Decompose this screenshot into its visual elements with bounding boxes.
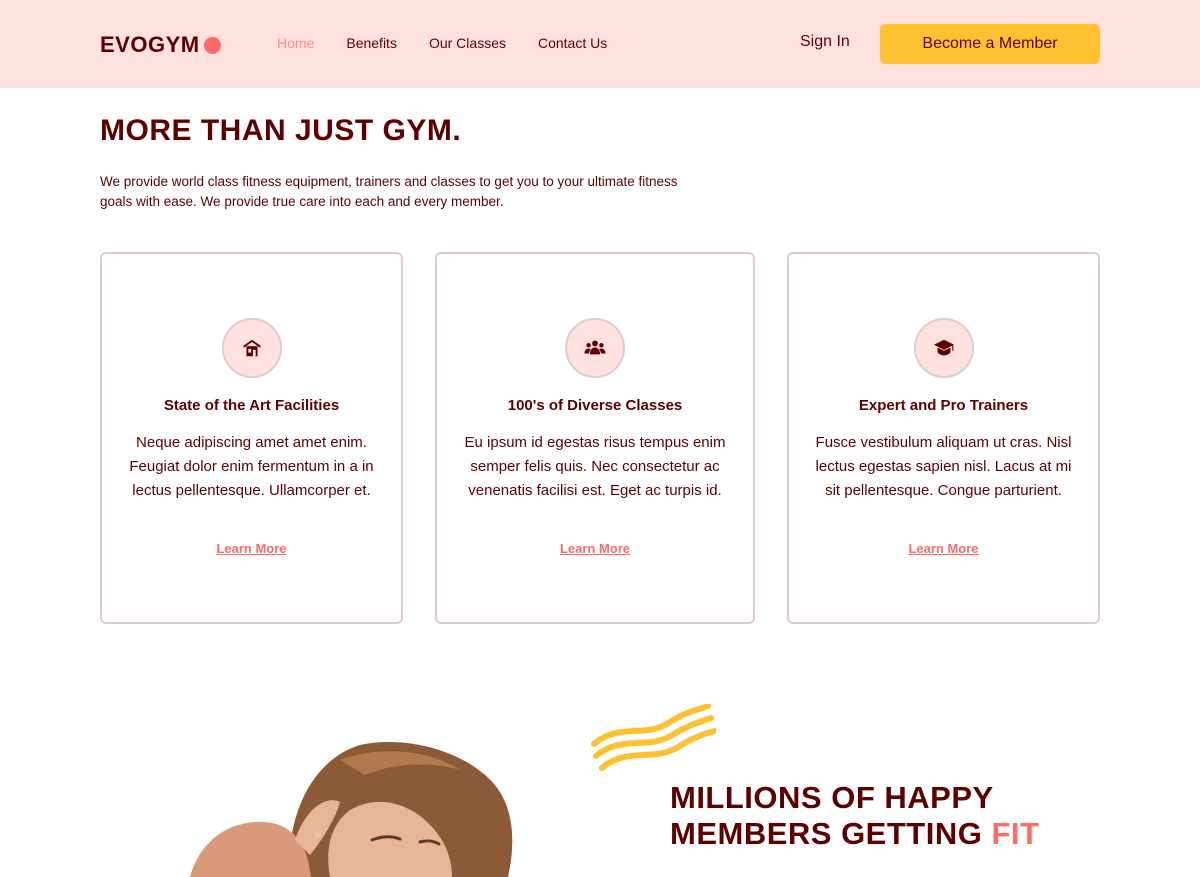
card-body: Eu ipsum id egestas risus tempus enim se… <box>464 434 726 499</box>
benefits-headline: MORE THAN JUST GYM. <box>100 114 462 147</box>
nav-link-our-classes[interactable]: Our Classes <box>429 35 506 51</box>
benefit-card-facilities: State of the Art Facilities Neque adipis… <box>100 252 403 624</box>
decorative-waves-icon <box>591 704 716 771</box>
become-member-button[interactable]: Become a Member <box>880 24 1100 64</box>
nav-links: Home Benefits Our Classes Contact Us <box>277 35 607 51</box>
logo-dot-icon <box>203 36 221 54</box>
benefits-lead-text: We provide world class fitness equipment… <box>100 174 678 209</box>
home-building-icon <box>221 318 282 378</box>
logo-text: EVOGYM <box>100 32 200 57</box>
navbar: EVOGYM Home Benefits Our Classes Contact… <box>0 0 1200 88</box>
learn-more-link[interactable]: Learn More <box>102 541 401 556</box>
benefit-card-trainers: Expert and Pro Trainers Fusce vestibulum… <box>787 252 1100 624</box>
learn-more-link[interactable]: Learn More <box>789 541 1098 556</box>
title-highlight: FIT <box>991 816 1040 851</box>
card-title: Expert and Pro Trainers <box>858 397 1029 414</box>
card-body: Neque adipiscing amet amet enim. Feugiat… <box>129 434 374 499</box>
graduation-cap-icon <box>913 318 974 378</box>
card-title: 100's of Diverse Classes <box>507 397 683 414</box>
learn-more-link[interactable]: Learn More <box>437 541 753 556</box>
sign-in-link[interactable]: Sign In <box>800 33 850 51</box>
nav-link-home[interactable]: Home <box>277 35 314 51</box>
user-group-icon <box>565 318 625 378</box>
nav-link-contact-us[interactable]: Contact Us <box>538 35 607 51</box>
nav-link-benefits[interactable]: Benefits <box>346 35 397 51</box>
benefit-card-classes: 100's of Diverse Classes Eu ipsum id ege… <box>435 252 755 624</box>
title-line-2: MEMBERS GETTING <box>670 816 983 851</box>
happy-members-title: MILLIONS OF HAPPY MEMBERS GETTING FIT <box>670 780 1039 852</box>
card-title: State of the Art Facilities <box>163 397 340 414</box>
title-line-1: MILLIONS OF HAPPY <box>670 780 994 815</box>
card-body: Fusce vestibulum aliquam ut cras. Nisl l… <box>815 434 1072 499</box>
logo[interactable]: EVOGYM <box>100 32 221 58</box>
fitness-woman-image <box>190 741 513 877</box>
